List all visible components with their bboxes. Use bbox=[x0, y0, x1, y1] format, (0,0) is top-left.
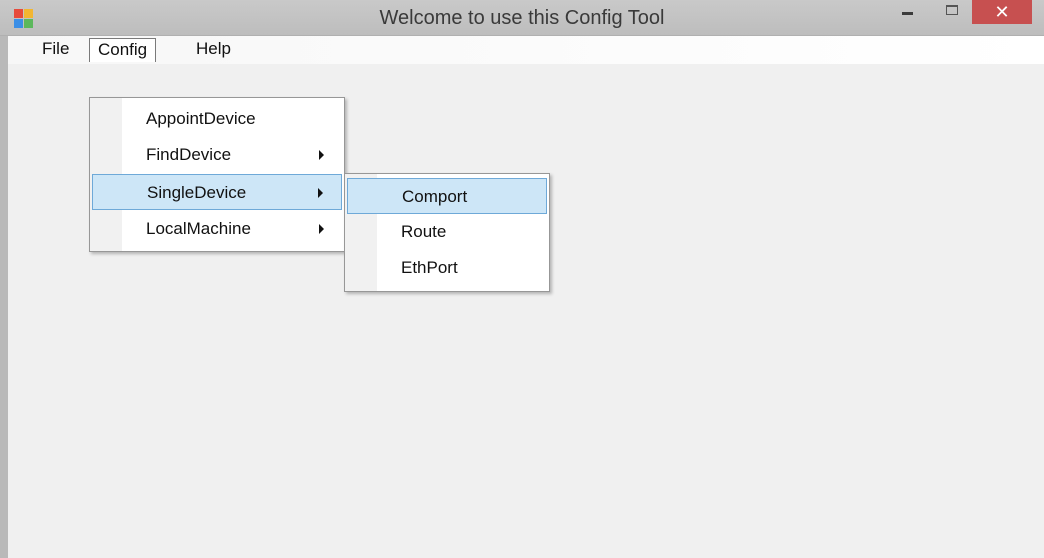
menu-item-singledevice[interactable]: SingleDevice bbox=[92, 174, 342, 210]
submenu-arrow-icon bbox=[319, 224, 324, 234]
menu-item-localmachine[interactable]: LocalMachine bbox=[92, 211, 342, 247]
menu-item-finddevice[interactable]: FindDevice bbox=[92, 137, 342, 173]
menu-bar: File Config Help bbox=[8, 36, 1044, 64]
app-window: Welcome to use this Config Tool ✕ File C… bbox=[0, 0, 1044, 558]
maximize-icon bbox=[946, 5, 958, 15]
menu-item-label: Route bbox=[401, 222, 447, 241]
menu-item-comport[interactable]: Comport bbox=[347, 178, 547, 214]
submenu-arrow-icon bbox=[318, 188, 323, 198]
menu-item-label: FindDevice bbox=[146, 145, 232, 164]
menu-item-route[interactable]: Route bbox=[347, 214, 547, 250]
menu-item-label: AppointDevice bbox=[146, 109, 256, 128]
menu-file[interactable]: File bbox=[34, 38, 77, 62]
menu-item-label: EthPort bbox=[401, 258, 458, 277]
title-bar[interactable]: Welcome to use this Config Tool ✕ bbox=[0, 0, 1044, 36]
maximize-button[interactable] bbox=[934, 0, 970, 22]
menu-config[interactable]: Config bbox=[89, 38, 157, 62]
minimize-icon bbox=[902, 12, 913, 15]
singledevice-submenu: Comport Route EthPort bbox=[344, 173, 550, 292]
menu-help[interactable]: Help bbox=[188, 38, 239, 62]
menu-item-ethport[interactable]: EthPort bbox=[347, 250, 547, 286]
client-area: File Config Help AppointDevice FindDevic… bbox=[8, 36, 1044, 558]
submenu-arrow-icon bbox=[319, 150, 324, 160]
close-button[interactable]: ✕ bbox=[972, 0, 1032, 24]
menu-item-label: LocalMachine bbox=[146, 219, 251, 238]
minimize-button[interactable] bbox=[890, 0, 926, 22]
menu-item-label: Comport bbox=[402, 187, 468, 206]
close-icon: ✕ bbox=[994, 2, 1010, 22]
window-title: Welcome to use this Config Tool bbox=[379, 7, 665, 29]
config-dropdown: AppointDevice FindDevice SingleDevice Lo… bbox=[89, 97, 345, 252]
menu-item-label: SingleDevice bbox=[147, 183, 247, 202]
menu-item-appointdevice[interactable]: AppointDevice bbox=[92, 101, 342, 137]
